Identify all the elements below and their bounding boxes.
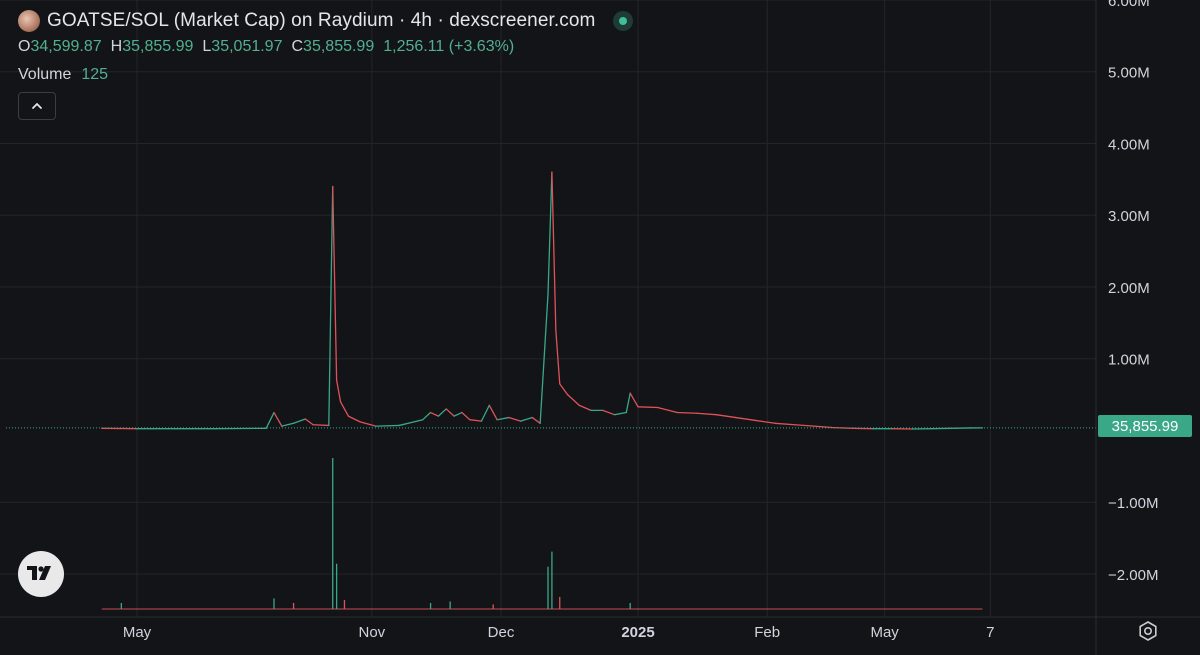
token-avatar [18,10,40,32]
price-segment [547,171,553,295]
price-segment [735,416,757,422]
price-segment [469,419,483,422]
price-segment [429,411,440,417]
price-tick-label: 4.00M [1108,136,1150,153]
price-segment [328,185,334,427]
volume-series [101,458,983,610]
symbol-title: GOATSE/SOL (Market Cap) on Raydium · 4h … [47,10,596,31]
price-segment [555,329,561,385]
price-segment [359,421,377,427]
time-tick-label: May [123,624,152,641]
price-tick-label: 2.00M [1108,280,1150,297]
close-value: 35,855.99 [303,38,375,55]
low-value: 35,051.97 [211,38,283,55]
collapse-legend-button[interactable] [18,92,56,120]
price-segment [676,411,698,414]
price-segment [519,416,533,422]
chart-legend: GOATSE/SOL (Market Cap) on Raydium · 4h … [18,8,634,120]
price-segment [312,424,330,427]
price-tick-label: 1.00M [1108,352,1150,369]
price-segment [625,392,631,414]
price-segment [375,424,400,427]
price-segment [754,419,776,424]
price-segment [602,409,616,416]
tradingview-logo-icon[interactable] [18,551,64,597]
open-value: 34,599.87 [30,38,102,55]
price-segment [774,422,796,426]
price-segment [629,392,639,408]
price-segment [613,411,627,416]
time-axis: May Nov Dec 2025 Feb May 7 [123,624,995,641]
price-segment [496,416,510,421]
price-segment [347,415,361,423]
price-segment [566,393,580,407]
price-segment [715,414,737,419]
price-segment [461,411,471,421]
high-label: H [110,38,123,55]
price-segment [398,419,424,427]
chevron-up-icon [32,103,42,109]
price-segment [696,412,717,416]
price-segment [335,379,342,403]
price-segment [480,404,490,422]
price-axis: 6.00M 5.00M 4.00M 3.00M 2.00M 1.00M −1.00M −2.0… [1108,0,1158,584]
volume-value: 125 [81,66,109,83]
last-price-label: 35,855.99 [1098,415,1192,437]
price-segment [551,171,557,331]
price-segment [339,401,350,417]
price-series [101,171,984,430]
price-segment [304,418,314,426]
price-segment [793,424,815,427]
time-tick-label: 2025 [621,624,654,641]
time-tick-label: Nov [359,624,386,641]
change-value: 1,256.11 (+3.63%) [383,38,515,55]
high-value: 35,855.99 [122,38,194,55]
price-tick-label: 3.00M [1108,208,1150,225]
time-tick-label: Dec [488,624,515,641]
price-segment [281,422,295,427]
close-label: C [291,38,304,55]
price-segment [437,408,447,417]
low-label: L [202,38,212,55]
price-segment [656,406,678,414]
title-row: GOATSE/SOL (Market Cap) on Raydium · 4h … [18,8,634,34]
open-label: O [18,38,31,55]
price-tick-label: −2.00M [1108,567,1158,584]
price-segment [637,406,659,409]
price-segment [292,418,306,424]
price-tick-label: 5.00M [1108,65,1150,82]
price-segment [445,408,455,417]
market-status-dot [619,17,628,25]
tradingview-logo-glyph [27,566,51,580]
price-segment [422,411,432,421]
time-tick-label: 7 [986,624,994,641]
price-segment [453,411,463,417]
price-tick-label: 6.00M [1108,0,1150,10]
price-segment [559,383,569,396]
time-tick-label: May [870,624,899,641]
settings-icon [1139,621,1157,641]
volume-legend: Volume 125 [18,64,633,86]
market-status-indicator[interactable] [613,11,634,31]
price-segment [273,411,283,427]
price-segment [531,416,541,424]
price-segment [265,411,275,429]
ohlc-values: O 34,599.87 H 35,855.99 L 35,051.97 C 35… [18,36,633,58]
chart-settings-button[interactable] [1136,619,1160,643]
price-segment [488,404,498,421]
price-segment [508,416,522,422]
time-tick-label: Feb [754,624,780,641]
price-tick-label: −1.00M [1108,495,1158,512]
volume-label: Volume [18,66,72,83]
price-segment [578,404,592,412]
price-segment [813,425,835,429]
